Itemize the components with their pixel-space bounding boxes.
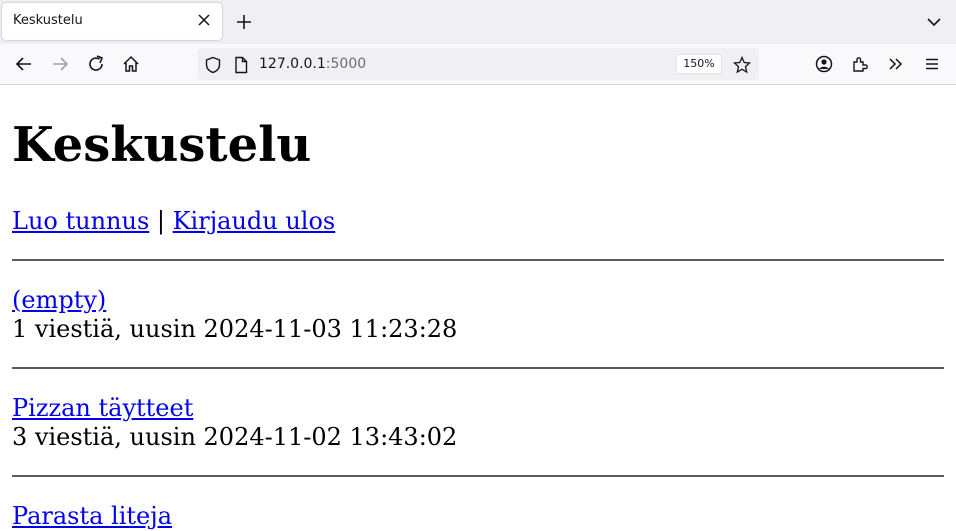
overflow-chevrons-icon[interactable] [886, 54, 906, 74]
active-tab[interactable]: Keskustelu [2, 3, 222, 40]
register-link[interactable]: Luo tunnus [12, 207, 149, 235]
menu-hamburger-icon[interactable] [922, 54, 942, 74]
zoom-level-badge[interactable]: 150% [676, 54, 722, 74]
thread-info: 3 viestiä, uusin 2024-11-02 13:43:02 [12, 423, 458, 451]
link-separator: | [149, 207, 173, 235]
divider [12, 475, 944, 477]
page-title: Keskustelu [12, 117, 312, 173]
account-icon[interactable] [814, 54, 834, 74]
thread-title-link[interactable]: Pizzan täytteet [12, 394, 193, 422]
divider [12, 367, 944, 369]
tab-title: Keskustelu [13, 13, 83, 28]
divider [12, 259, 944, 261]
reload-icon[interactable] [86, 54, 106, 74]
thread-item: Parasta liteja [12, 502, 172, 531]
forward-arrow-icon[interactable] [50, 54, 70, 74]
shield-icon[interactable] [204, 56, 222, 74]
home-icon[interactable] [121, 54, 141, 74]
new-tab-plus-icon[interactable] [234, 12, 254, 32]
tab-strip: Keskustelu [0, 0, 956, 44]
address-bar[interactable]: 127.0.0.1:5000 150% [198, 48, 759, 80]
tab-list-chevron-down-icon[interactable] [924, 12, 944, 32]
bookmark-star-icon[interactable] [733, 56, 751, 74]
close-tab-icon[interactable] [194, 10, 214, 30]
extensions-puzzle-icon[interactable] [850, 54, 870, 74]
thread-info: 1 viestiä, uusin 2024-11-03 11:23:28 [12, 315, 458, 343]
navigation-toolbar: 127.0.0.1:5000 150% [0, 44, 956, 85]
user-links: Luo tunnus | Kirjaudu ulos [12, 204, 335, 238]
page-icon [232, 56, 250, 74]
thread-title-link[interactable]: (empty) [12, 286, 106, 314]
thread-item: (empty) 1 viestiä, uusin 2024-11-03 11:2… [12, 286, 457, 344]
logout-link[interactable]: Kirjaudu ulos [173, 207, 336, 235]
url-host: 127.0.0.1 [259, 56, 326, 72]
thread-title-link[interactable]: Parasta liteja [12, 502, 172, 530]
back-arrow-icon[interactable] [14, 54, 34, 74]
url-port: :5000 [325, 56, 367, 72]
thread-item: Pizzan täytteet 3 viestiä, uusin 2024-11… [12, 394, 457, 452]
url-text[interactable]: 127.0.0.1:5000 [259, 56, 366, 72]
